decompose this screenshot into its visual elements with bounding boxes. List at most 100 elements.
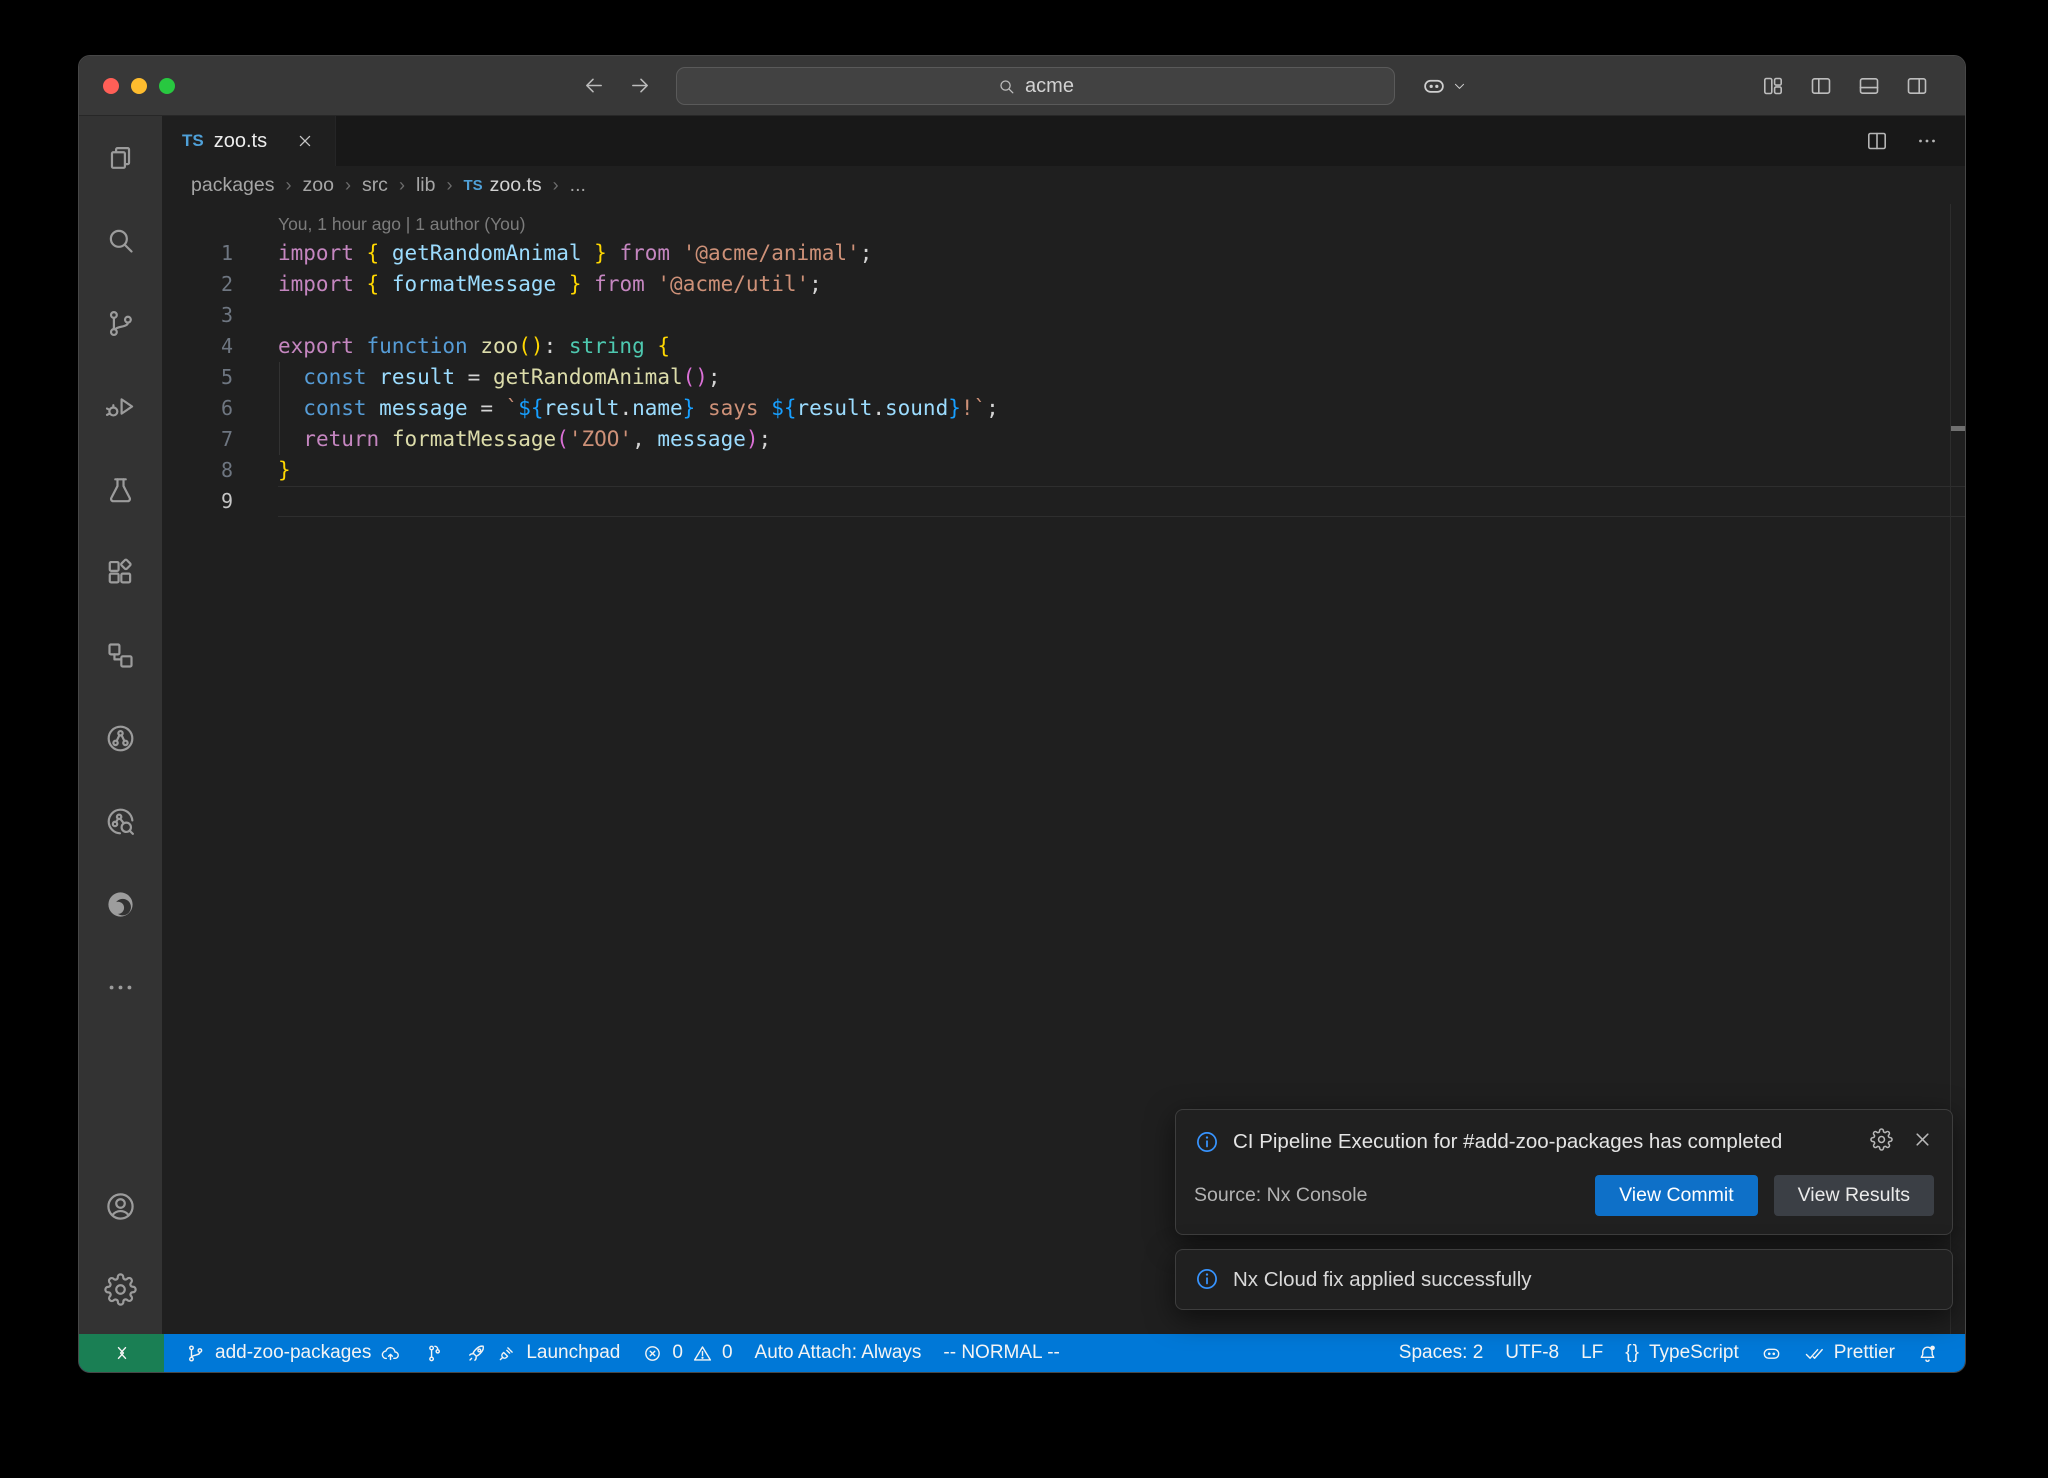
status-problems[interactable]: 00 [631, 1334, 743, 1372]
line-number: 1 [162, 238, 278, 269]
notification-toast-nx-cloud: Nx Cloud fix applied successfully [1175, 1249, 1953, 1310]
chevron-down-icon [1452, 79, 1467, 94]
line-number: 5 [162, 362, 278, 393]
tab-close-icon[interactable] [295, 131, 315, 151]
status-label: Launchpad [526, 1342, 620, 1364]
breadcrumb-item-zoo[interactable]: zoo [302, 174, 333, 197]
line-number: 8 [162, 455, 278, 486]
code-line-5[interactable]: 5 const result = getRandomAnimal(); [162, 362, 1965, 393]
forward-icon[interactable] [629, 74, 652, 97]
status-notifications-bell[interactable] [1906, 1334, 1949, 1372]
notification-actions: View Commit View Results [1595, 1175, 1934, 1216]
toggle-secondary-sidebar-icon[interactable] [1905, 74, 1929, 98]
toggle-panel-icon[interactable] [1857, 74, 1881, 98]
breadcrumb-item-zoo-ts[interactable]: TSzoo.ts [463, 174, 541, 197]
indent-guide [279, 362, 280, 455]
command-center-search[interactable]: acme [676, 67, 1395, 105]
activity-extensions-icon[interactable] [79, 531, 162, 614]
status-formatter[interactable]: Prettier [1793, 1334, 1906, 1372]
typescript-file-icon: TS [463, 177, 482, 194]
code-line-1[interactable]: 1import { getRandomAnimal } from '@acme/… [162, 238, 1965, 269]
breadcrumb-item-ellipsis[interactable]: ... [570, 174, 586, 197]
code-line-9[interactable]: 9 [162, 486, 1965, 517]
toggle-primary-sidebar-icon[interactable] [1809, 74, 1833, 98]
code-line-7[interactable]: 7 return formatMessage('ZOO', message); [162, 424, 1965, 455]
code-text [278, 300, 1965, 331]
status-label: {} [1625, 1342, 1640, 1364]
vscode-window: acme TS zoo.ts [78, 55, 1966, 1373]
notification-message: Nx Cloud fix applied successfully [1233, 1264, 1532, 1295]
activity-account-icon[interactable] [79, 1165, 162, 1248]
status-label: 0 [722, 1342, 733, 1364]
status-copilot[interactable] [1750, 1334, 1793, 1372]
close-window-button[interactable] [103, 78, 119, 94]
status-vim-mode[interactable]: -- NORMAL -- [932, 1334, 1070, 1372]
code-text: } [278, 455, 1965, 486]
code-line-3[interactable]: 3 [162, 300, 1965, 331]
breadcrumb-item-lib[interactable]: lib [416, 174, 436, 197]
code-line-4[interactable]: 4export function zoo(): string { [162, 331, 1965, 362]
info-icon [1194, 1129, 1220, 1155]
status-eol[interactable]: LF [1570, 1334, 1614, 1372]
line-number: 2 [162, 269, 278, 300]
activity-nx-graph-search-icon[interactable] [79, 780, 162, 863]
breadcrumb-item-packages[interactable]: packages [191, 174, 274, 197]
zoom-window-button[interactable] [159, 78, 175, 94]
activity-gear-icon[interactable] [79, 1248, 162, 1331]
status-label: 0 [672, 1342, 683, 1364]
titlebar: acme [79, 56, 1965, 116]
activity-edge-browser-icon[interactable] [79, 863, 162, 946]
notification-center: CI Pipeline Execution for #add-zoo-packa… [1175, 1109, 1953, 1310]
notification-close-icon[interactable] [1911, 1128, 1934, 1151]
status-indentation[interactable]: Spaces: 2 [1388, 1334, 1495, 1372]
git-branch-icon [185, 1343, 206, 1364]
activity-source-control-icon[interactable] [79, 282, 162, 365]
status-git-branch[interactable]: add-zoo-packages [174, 1334, 412, 1372]
notification-settings-icon[interactable] [1870, 1128, 1893, 1151]
tab-zoo-ts[interactable]: TS zoo.ts [162, 116, 336, 166]
line-number: 4 [162, 331, 278, 362]
status-source-control-graph[interactable] [412, 1334, 455, 1372]
split-editor-icon[interactable] [1865, 129, 1889, 153]
code-text: return formatMessage('ZOO', message); [278, 424, 1965, 455]
back-icon[interactable] [582, 74, 605, 97]
activity-files-icon[interactable] [79, 116, 162, 199]
code-line-6[interactable]: 6 const message = `${result.name} says $… [162, 393, 1965, 424]
window-controls [103, 78, 175, 94]
view-commit-button[interactable]: View Commit [1595, 1175, 1758, 1216]
status-label: -- NORMAL -- [943, 1342, 1059, 1364]
status-nx-launchpad[interactable]: Launchpad [455, 1334, 631, 1372]
status-language[interactable]: {}TypeScript [1614, 1334, 1749, 1372]
activity-search-icon[interactable] [79, 199, 162, 282]
code-text: const result = getRandomAnimal(); [278, 362, 1965, 393]
status-label: Auto Attach: Always [755, 1342, 922, 1364]
code-line-2[interactable]: 2import { formatMessage } from '@acme/ut… [162, 269, 1965, 300]
copilot-menu[interactable] [1421, 73, 1467, 99]
view-results-button[interactable]: View Results [1774, 1175, 1934, 1216]
breadcrumb: packages›zoo›src›lib›TSzoo.ts›... [162, 166, 1965, 204]
line-number: 3 [162, 300, 278, 331]
status-encoding[interactable]: UTF-8 [1494, 1334, 1570, 1372]
code-line-8[interactable]: 8} [162, 455, 1965, 486]
remote-indicator[interactable] [79, 1334, 164, 1372]
activity-testing-beaker-icon[interactable] [79, 448, 162, 531]
activity-bar [79, 116, 162, 1334]
tab-label: zoo.ts [214, 130, 267, 153]
remote-icon [111, 1342, 133, 1364]
more-actions-icon[interactable] [1915, 129, 1939, 153]
double-check-icon [1804, 1343, 1825, 1364]
notification-toast-ci-pipeline: CI Pipeline Execution for #add-zoo-packa… [1175, 1109, 1953, 1235]
customize-layout-icon[interactable] [1761, 74, 1785, 98]
activity-more-ellipsis-icon[interactable] [79, 946, 162, 1029]
breadcrumb-separator: › [345, 175, 351, 196]
breadcrumb-item-src[interactable]: src [362, 174, 388, 197]
activity-remote-explorer-icon[interactable] [79, 614, 162, 697]
activity-run-debug-icon[interactable] [79, 365, 162, 448]
bell-dot-icon [1917, 1343, 1938, 1364]
minimize-window-button[interactable] [131, 78, 147, 94]
status-auto-attach[interactable]: Auto Attach: Always [744, 1334, 933, 1372]
activity-nx-console-icon[interactable] [79, 697, 162, 780]
notification-source: Source: Nx Console [1194, 1184, 1367, 1207]
code-text [278, 486, 1965, 517]
notification-message: CI Pipeline Execution for #add-zoo-packa… [1233, 1126, 1932, 1157]
